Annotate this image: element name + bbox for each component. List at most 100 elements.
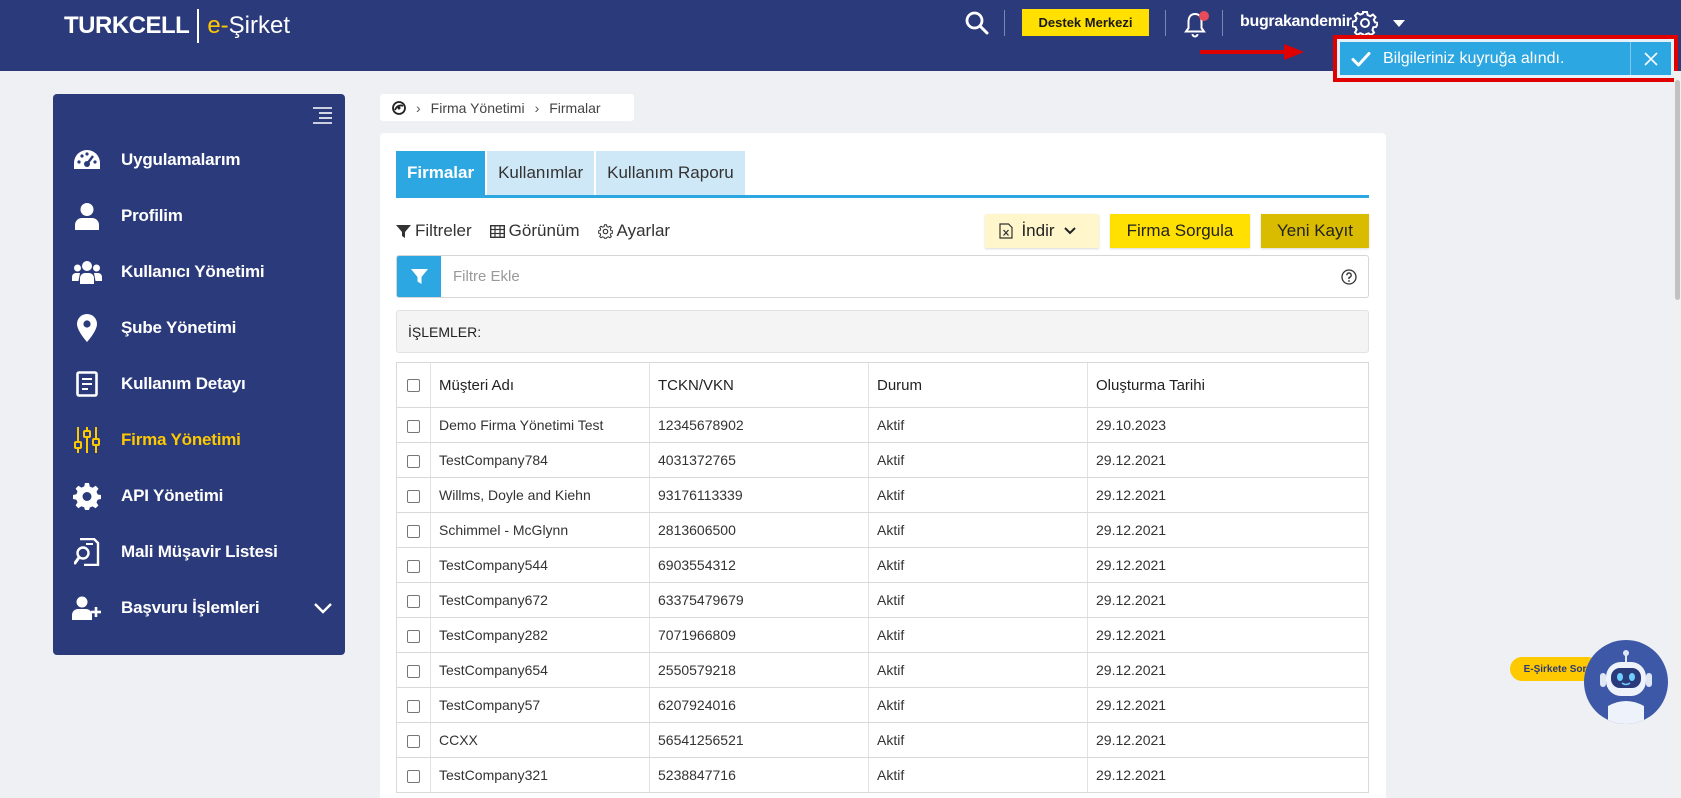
table-row[interactable]: CCXX 56541256521 Aktif 29.12.2021 [396,722,1369,758]
breadcrumb-item[interactable]: Firma Yönetimi [431,100,525,116]
status-cell: Aktif [868,442,1088,478]
sidebar-item-basvuru-islemleri[interactable]: Başvuru İşlemleri [53,580,345,636]
brand-name: TURKCELL [64,12,190,39]
search-icon[interactable] [964,10,990,36]
help-icon[interactable] [1341,268,1357,285]
created-date-cell: 29.12.2021 [1087,477,1369,513]
created-date-cell: 29.12.2021 [1087,652,1369,688]
bell-icon[interactable] [1183,9,1211,39]
filter-input[interactable] [441,268,1341,285]
tax-id-cell: 2813606500 [649,512,869,548]
status-cell: Aktif [868,582,1088,618]
gear-icon[interactable] [1352,10,1378,36]
table-row[interactable]: TestCompany654 2550579218 Aktif 29.12.2021 [396,652,1369,688]
sidebar-item-label: Mali Müşavir Listesi [121,542,278,561]
assistant-bot-button[interactable] [1584,640,1668,724]
customer-name-cell: TestCompany784 [430,442,650,478]
row-checkbox[interactable] [407,454,420,468]
filter-button[interactable] [397,256,441,297]
caret-down-icon[interactable] [1393,20,1405,27]
table-row[interactable]: Willms, Doyle and Kiehn 93176113339 Aktif 2… [396,477,1369,513]
status-cell: Aktif [868,757,1088,793]
column-header[interactable]: TCKN/VKN [649,362,869,408]
logo[interactable]: TURKCELL e-Şirket [64,8,290,44]
chevron-down-icon[interactable] [313,601,333,615]
table-row[interactable]: TestCompany321 5238847716 Aktif 29.12.2021 [396,757,1369,793]
filter-icon [410,269,428,284]
row-checkbox[interactable] [407,769,420,783]
table-row[interactable]: TestCompany57 6207924016 Aktif 29.12.2021 [396,687,1369,723]
filters-label: Filtreler [415,221,472,240]
table-row[interactable]: TestCompany282 7071966809 Aktif 29.12.2021 [396,617,1369,653]
created-date-cell: 29.12.2021 [1087,547,1369,583]
filters-link[interactable]: Filtreler [396,221,472,241]
column-header[interactable]: Durum [868,362,1088,408]
table-row[interactable]: TestCompany784 4031372765 Aktif 29.12.2021 [396,442,1369,478]
row-select-cell [396,757,431,793]
row-checkbox[interactable] [407,524,420,538]
sidebar-item-api-yonetimi[interactable]: API Yönetimi [53,468,345,524]
sliders-icon [72,425,102,455]
new-record-button[interactable]: Yeni Kayıt [1261,214,1369,248]
sidebar-item-profilim[interactable]: Profilim [53,188,345,244]
created-date-cell: 29.12.2021 [1087,582,1369,618]
toolbar-actions: İndir Firma Sorgula Yeni Kayıt [985,214,1369,248]
table-row[interactable]: TestCompany672 63375479679 Aktif 29.12.2021 [396,582,1369,618]
doc-search-icon [72,537,102,567]
sidebar-item-kullanim-detayi[interactable]: Kullanım Detayı [53,356,345,412]
row-checkbox[interactable] [407,419,420,433]
row-select-cell [396,687,431,723]
table-body: Demo Firma Yönetimi Test 12345678902 Aktif… [396,407,1369,793]
created-date-cell: 29.12.2021 [1087,512,1369,548]
sidebar-item-mali-musavir-listesi[interactable]: Mali Müşavir Listesi [53,524,345,580]
settings-link[interactable]: Ayarlar [597,221,670,241]
main-card: Firmalar Kullanımlar Kullanım Raporu Fil… [380,133,1386,798]
customer-name-cell: TestCompany544 [430,547,650,583]
customer-name-cell: TestCompany282 [430,617,650,653]
column-header[interactable]: Müşteri Adı [430,362,650,408]
download-button[interactable]: İndir [985,214,1099,248]
row-checkbox[interactable] [407,629,420,643]
customer-name-cell: TestCompany654 [430,652,650,688]
tax-id-cell: 5238847716 [649,757,869,793]
tab-firmalar[interactable]: Firmalar [396,151,486,195]
row-checkbox[interactable] [407,664,420,678]
tab-kullanimlar[interactable]: Kullanımlar [487,151,595,195]
table-row[interactable]: TestCompany544 6903554312 Aktif 29.12.2021 [396,547,1369,583]
sidebar-item-uygulamalarim[interactable]: Uygulamalarım [53,132,345,188]
row-checkbox[interactable] [407,559,420,573]
username[interactable]: bugrakandemir [1240,13,1352,31]
select-all-cell [396,362,431,408]
select-all-checkbox[interactable] [407,379,420,393]
status-cell: Aktif [868,477,1088,513]
tax-id-cell: 7071966809 [649,617,869,653]
sidebar-item-sube-yonetimi[interactable]: Şube Yönetimi [53,300,345,356]
scrollbar-thumb[interactable] [1675,80,1680,300]
chevron-right-icon: › [534,99,540,116]
query-company-button[interactable]: Firma Sorgula [1110,214,1250,248]
sidebar-item-kullanici-yonetimi[interactable]: Kullanıcı Yönetimi [53,244,345,300]
menu-toggle-icon[interactable] [311,106,333,124]
tab-bar: Firmalar Kullanımlar Kullanım Raporu [396,151,1369,198]
status-cell: Aktif [868,512,1088,548]
row-checkbox[interactable] [407,734,420,748]
row-checkbox[interactable] [407,489,420,503]
download-label: İndir [1021,221,1055,240]
support-center-button[interactable]: Destek Merkezi [1022,9,1149,36]
row-select-cell [396,652,431,688]
table-row[interactable]: Schimmel - McGlynn 2813606500 Aktif 29.12.2… [396,512,1369,548]
view-link[interactable]: Görünüm [489,221,580,241]
dashboard-icon [72,145,102,175]
row-checkbox[interactable] [407,594,420,608]
sidebar-menu: Uygulamalarım Profilim Kullanıcı Yönetim… [53,132,345,636]
close-button[interactable] [1631,42,1671,75]
table-row[interactable]: Demo Firma Yönetimi Test 12345678902 Aktif… [396,407,1369,443]
home-icon[interactable] [392,100,406,115]
row-checkbox[interactable] [407,699,420,713]
breadcrumb: › Firma Yönetimi › Firmalar [380,94,634,121]
column-header[interactable]: Oluşturma Tarihi [1087,362,1369,408]
created-date-cell: 29.12.2021 [1087,442,1369,478]
sidebar-item-firma-yonetimi[interactable]: Firma Yönetimi [53,412,345,468]
tab-kullanim-raporu[interactable]: Kullanım Raporu [596,151,745,195]
table-icon [489,224,505,238]
